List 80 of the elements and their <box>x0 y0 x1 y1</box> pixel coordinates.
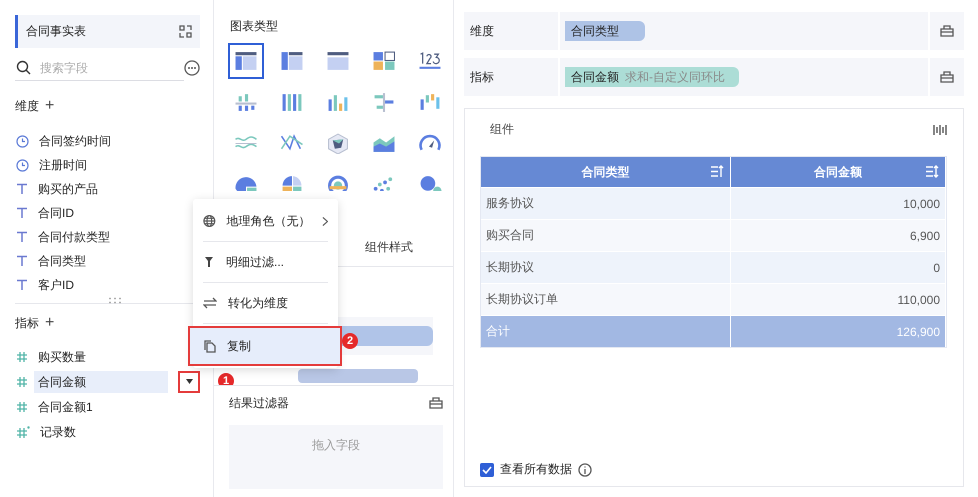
field-item[interactable]: 记录数 <box>36 420 200 442</box>
dataset-name: 合同事实表 <box>26 23 86 40</box>
chart-type-icon <box>417 50 443 72</box>
barcode-icon[interactable] <box>933 124 947 136</box>
menu-item-label: 复制 <box>227 338 252 354</box>
card-title: 组件 <box>490 121 514 138</box>
chart-type-icon <box>325 132 351 154</box>
menu-item[interactable]: 地理角色（无） <box>193 203 338 239</box>
chart-type-icon <box>233 91 259 113</box>
sort-icon[interactable] <box>925 165 939 178</box>
text-type-icon <box>16 207 28 219</box>
dropdown-button[interactable] <box>178 370 200 392</box>
info-icon[interactable] <box>578 462 592 476</box>
field-item[interactable]: 注册时间 <box>35 154 200 176</box>
field-item[interactable]: 合同金额1 <box>34 396 200 418</box>
total-cell: 合计 <box>481 315 731 347</box>
menu-item[interactable]: 明细过滤... <box>193 244 338 280</box>
field-chip[interactable]: 合同金额 求和-自定义同环比 <box>565 67 739 87</box>
table-cell: 10,000 <box>731 187 946 219</box>
table-cell: 长期协议订单 <box>481 283 731 315</box>
shelf-label: 维度 <box>470 22 494 40</box>
chart-type-option[interactable] <box>228 43 264 79</box>
table-cell: 服务协议 <box>481 187 731 219</box>
section-title: 图表类型 <box>230 18 279 35</box>
field-item[interactable]: 合同金额 <box>34 370 168 392</box>
table-cell: 购买合同 <box>481 219 731 251</box>
more-icon[interactable] <box>184 60 200 76</box>
drag-handle-icon[interactable] <box>109 297 123 304</box>
chart-type-icon <box>325 173 351 191</box>
toolbox-icon[interactable] <box>940 71 954 83</box>
table-cell: 长期协议 <box>481 251 731 283</box>
section-title: 指标 <box>15 314 39 332</box>
menu-item-label: 明细过滤... <box>226 254 286 270</box>
table-cell: 0 <box>731 251 946 283</box>
menu-item-label: 转化为维度 <box>228 294 289 312</box>
copy-icon <box>203 340 216 352</box>
hash-icon <box>16 376 28 388</box>
add-measure-button[interactable]: + <box>45 314 54 332</box>
checkbox-label: 查看所有数据 <box>500 461 572 478</box>
section-title: 结果过滤器 <box>229 394 289 412</box>
toolbox-icon[interactable] <box>429 397 443 409</box>
tab[interactable]: 组件样式 <box>335 231 443 266</box>
search-icon <box>16 60 31 75</box>
search-field[interactable]: 搜索字段 <box>38 60 158 76</box>
chart-type-icon <box>325 50 351 72</box>
sort-icon[interactable] <box>710 165 724 178</box>
chart-type-icon <box>371 50 397 72</box>
field-chip[interactable] <box>298 369 418 383</box>
clock-icon <box>16 158 29 172</box>
text-type-icon <box>16 183 28 195</box>
text-type-icon <box>16 279 28 291</box>
hash-icon <box>16 350 28 362</box>
filter-icon <box>203 256 215 268</box>
switch-dataset-icon[interactable] <box>179 25 192 38</box>
table-cell: 6,900 <box>731 219 946 251</box>
hash-icon <box>16 400 28 412</box>
text-type-icon <box>16 255 28 267</box>
swap-icon <box>203 297 217 309</box>
dataset-selector[interactable]: 合同事实表 <box>15 15 200 48</box>
toolbox-icon[interactable] <box>940 25 954 37</box>
globe-icon <box>203 214 216 228</box>
clock-icon <box>16 134 29 148</box>
field-item[interactable]: 购买的产品 <box>34 178 200 200</box>
table-cell: 110,000 <box>731 283 946 315</box>
total-cell: 126,900 <box>731 315 946 347</box>
menu-item-label: 地理角色（无） <box>226 212 311 230</box>
menu-item[interactable]: 转化为维度 <box>193 285 338 321</box>
section-title: 维度 <box>15 98 39 114</box>
caret-icon <box>186 379 192 384</box>
hash-icon <box>16 426 30 438</box>
menu-item[interactable]: 复制 <box>190 328 340 364</box>
add-dimension-button[interactable]: + <box>45 97 54 115</box>
text-type-icon <box>16 231 28 243</box>
drop-hint: 拖入字段 <box>312 437 360 454</box>
chart-type-icon <box>233 50 259 72</box>
chart-type-icon <box>279 50 305 72</box>
field-item[interactable]: 合同签约时间 <box>35 130 200 152</box>
shelf-label: 指标 <box>470 68 494 86</box>
checkbox[interactable] <box>480 462 494 476</box>
field-chip[interactable]: 合同类型 <box>565 21 645 41</box>
